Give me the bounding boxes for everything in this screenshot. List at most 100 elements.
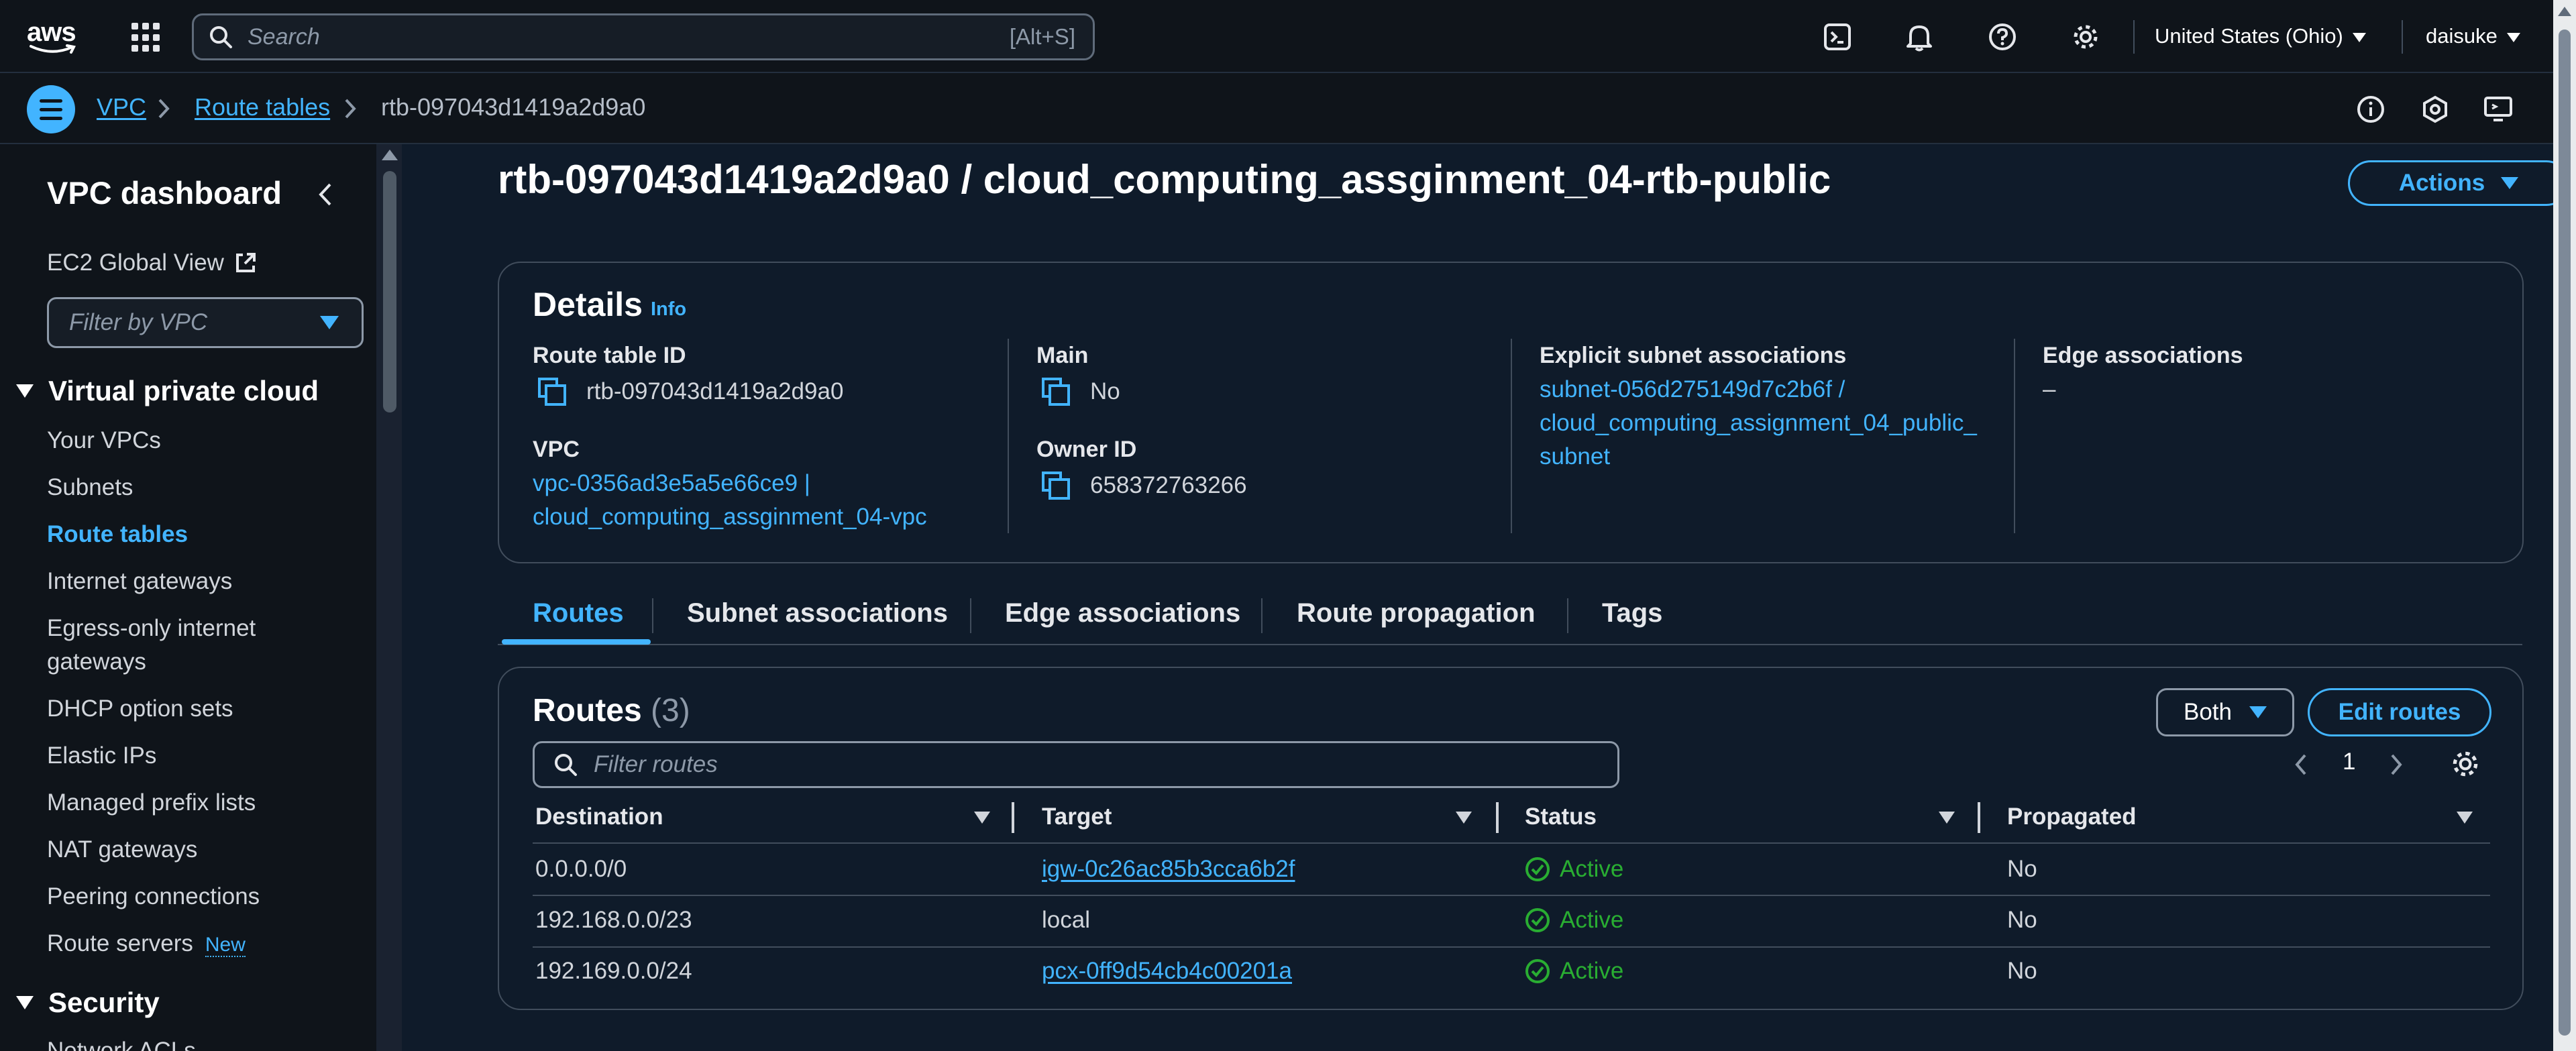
scroll-thumb[interactable] <box>2559 30 2571 1036</box>
sort-caret-icon[interactable] <box>2457 812 2473 824</box>
next-page-icon[interactable] <box>2388 753 2404 777</box>
cell-target-link[interactable]: igw-0c26ac85b3cca6b2f <box>1042 856 1295 883</box>
sort-caret-icon[interactable] <box>1456 812 1472 824</box>
caret-down-icon <box>320 316 339 329</box>
info-icon[interactable] <box>2353 92 2388 127</box>
cell-destination: 192.168.0.0/23 <box>535 907 692 933</box>
main-value-text: No <box>1090 378 1120 404</box>
copy-icon[interactable] <box>1040 376 1071 407</box>
caret-down-icon <box>16 384 34 398</box>
divider <box>2014 339 2015 533</box>
row-divider <box>533 895 2490 896</box>
sidebar-item-ec2-global-view[interactable]: EC2 Global View <box>47 250 258 276</box>
breadcrumb-current: rtb-097043d1419a2d9a0 <box>381 93 646 121</box>
filter-routes-input[interactable]: Filter routes <box>533 741 1619 788</box>
tab-routes[interactable]: Routes <box>533 598 624 628</box>
sidebar-item-managed-prefix-lists[interactable]: Managed prefix lists <box>47 786 256 820</box>
sidebar-item-peering-connections[interactable]: Peering connections <box>47 880 260 914</box>
collapse-sidebar-icon[interactable] <box>315 182 335 207</box>
sort-caret-icon[interactable] <box>1939 812 1955 824</box>
sidebar-item-elastic-ips[interactable]: Elastic IPs <box>47 739 156 773</box>
sidebar-item-route-tables[interactable]: Route tables <box>47 518 188 551</box>
copy-icon[interactable] <box>1040 470 1071 501</box>
sidebar-item-nat-gateways[interactable]: NAT gateways <box>47 833 197 867</box>
menu-toggle-icon[interactable] <box>27 85 75 133</box>
tab-tags[interactable]: Tags <box>1602 598 1662 628</box>
status-badge: Active <box>1525 907 1623 934</box>
gear-icon[interactable] <box>2069 20 2102 54</box>
help-icon[interactable] <box>1986 20 2019 54</box>
section-label: Security <box>48 987 160 1018</box>
column-resizer[interactable] <box>1012 802 1014 833</box>
subnet-link[interactable]: subnet-056d275149d7c2b6f / cloud_computi… <box>1540 373 1977 474</box>
scroll-up-icon[interactable] <box>382 150 398 160</box>
prev-page-icon[interactable] <box>2293 753 2309 777</box>
section-virtual-private-cloud[interactable]: Virtual private cloud <box>16 375 319 407</box>
sidebar-item-label: Route servers <box>47 930 193 956</box>
sidebar-item-internet-gateways[interactable]: Internet gateways <box>47 565 232 598</box>
edge-associations-value: – <box>2043 376 2056 402</box>
info-link[interactable]: Info <box>651 298 686 321</box>
bell-icon[interactable] <box>1902 20 1936 54</box>
sidebar-item-label: EC2 Global View <box>47 250 224 276</box>
sidebar-item-network-acls[interactable]: Network ACLs <box>47 1034 196 1051</box>
subnet-link-line: subnet <box>1540 443 1611 469</box>
table-settings-gear-icon[interactable] <box>2450 749 2481 779</box>
scroll-thumb[interactable] <box>383 171 396 412</box>
column-resizer[interactable] <box>1978 802 1980 833</box>
search-input[interactable]: Search [Alt+S] <box>192 13 1095 60</box>
breadcrumb-route-tables[interactable]: Route tables <box>195 93 330 121</box>
sidebar-item-dhcp-option-sets[interactable]: DHCP option sets <box>47 692 233 726</box>
actions-button[interactable]: Actions <box>2348 160 2569 206</box>
page-scrollbar[interactable] <box>2553 0 2576 1051</box>
check-circle-icon <box>1525 959 1550 983</box>
aws-logo-text: aws <box>27 17 76 47</box>
search-shortcut: [Alt+S] <box>1009 24 1075 49</box>
region-label: United States (Ohio) <box>2155 24 2343 48</box>
breadcrumb-vpc[interactable]: VPC <box>97 93 146 121</box>
sidebar-item-route-servers[interactable]: Route servers New <box>47 927 246 962</box>
divider <box>1567 598 1568 633</box>
column-header-destination[interactable]: Destination <box>535 804 663 830</box>
column-resizer[interactable] <box>1496 802 1499 833</box>
chevron-right-icon <box>345 99 356 119</box>
column-header-target[interactable]: Target <box>1042 804 1112 830</box>
page-title: rtb-097043d1419a2d9a0 / cloud_computing_… <box>498 157 1831 202</box>
both-select[interactable]: Both <box>2156 688 2294 736</box>
details-heading: Details <box>533 286 643 323</box>
hexagon-icon[interactable] <box>2418 92 2453 127</box>
sidebar-item-label: Egress-only internet <box>47 615 256 641</box>
edit-routes-button[interactable]: Edit routes <box>2308 688 2491 736</box>
column-header-status[interactable]: Status <box>1525 804 1597 830</box>
check-circle-icon <box>1525 857 1550 881</box>
caret-down-icon <box>2501 177 2519 189</box>
search-placeholder: Search <box>248 23 320 50</box>
tab-edge-associations[interactable]: Edge associations <box>1005 598 1240 628</box>
column-header-propagated[interactable]: Propagated <box>2007 804 2137 830</box>
sort-caret-icon[interactable] <box>974 812 990 824</box>
screen-icon[interactable] <box>2481 92 2516 127</box>
vpc-link-line: cloud_computing_assginment_04-vpc <box>533 504 927 530</box>
divider <box>2133 20 2135 54</box>
tab-subnet-associations[interactable]: Subnet associations <box>687 598 948 628</box>
sidebar-item-subnets[interactable]: Subnets <box>47 471 133 504</box>
cell-target-link[interactable]: pcx-0ff9d54cb4c00201a <box>1042 958 1292 985</box>
scroll-up-icon[interactable] <box>2558 7 2571 16</box>
chevron-down-icon <box>2506 32 2520 42</box>
vpc-link[interactable]: vpc-0356ad3e5a5e66ce9 | cloud_computing_… <box>533 467 927 534</box>
region-selector[interactable]: United States (Ohio) <box>2155 24 2366 48</box>
tab-route-propagation[interactable]: Route propagation <box>1297 598 1536 628</box>
route-table-id-text: rtb-097043d1419a2d9a0 <box>586 378 844 404</box>
filter-by-vpc-select[interactable]: Filter by VPC <box>47 297 364 348</box>
sidebar-scrollbar[interactable] <box>376 144 402 1051</box>
sidebar-item-your-vpcs[interactable]: Your VPCs <box>47 424 161 457</box>
sidebar-title[interactable]: VPC dashboard <box>47 174 282 211</box>
current-page[interactable]: 1 <box>2343 749 2355 775</box>
user-menu[interactable]: daisuke <box>2426 24 2520 48</box>
sidebar-item-egress-only-internet-gateways[interactable]: Egress-only internet gateways <box>47 612 256 679</box>
copy-icon[interactable] <box>537 376 568 407</box>
cloudshell-icon[interactable] <box>1821 20 1854 54</box>
services-grid-icon[interactable] <box>131 23 161 52</box>
aws-logo[interactable]: aws <box>27 17 85 55</box>
section-security[interactable]: Security <box>16 987 160 1019</box>
